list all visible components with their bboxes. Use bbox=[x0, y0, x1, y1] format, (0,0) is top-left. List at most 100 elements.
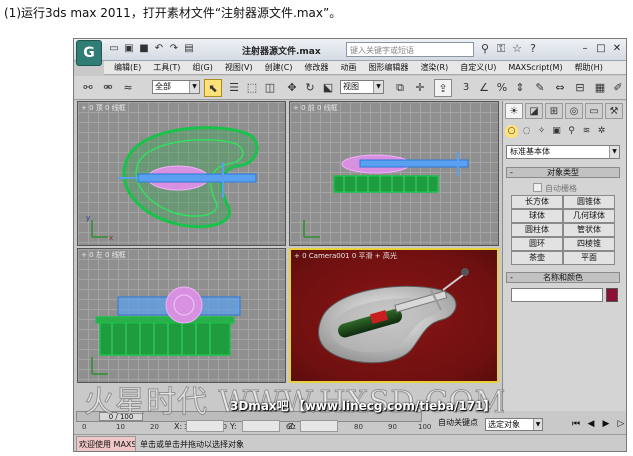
menu-animation[interactable]: 动画 bbox=[334, 61, 362, 74]
menu-views[interactable]: 视图(V) bbox=[219, 61, 259, 74]
menu-tools[interactable]: 工具(T) bbox=[147, 61, 186, 74]
systems-icon[interactable]: ✲ bbox=[595, 125, 608, 138]
percent-snap-icon[interactable]: % bbox=[494, 79, 510, 97]
reference-coord-dropdown[interactable]: 视图 ▼ bbox=[340, 80, 384, 94]
minimize-icon[interactable]: – bbox=[578, 42, 592, 56]
viewport-top[interactable]: + 0 顶 0 线框 y x bbox=[77, 101, 286, 246]
sphere-button[interactable]: 球体 bbox=[511, 209, 563, 223]
prev-frame-icon[interactable]: ◀ bbox=[585, 418, 597, 430]
y-coord-field[interactable] bbox=[242, 420, 280, 432]
go-to-start-icon[interactable]: ⏮ bbox=[570, 418, 582, 430]
region-select-icon[interactable]: ⬚ bbox=[244, 79, 260, 97]
project-icon[interactable]: ▤ bbox=[183, 43, 195, 55]
maxscript-listener[interactable]: 欢迎使用 MAXSc bbox=[76, 436, 136, 451]
cameras-icon[interactable]: ▣ bbox=[550, 125, 563, 138]
category-dropdown[interactable]: 标准基本体 ▼ bbox=[506, 145, 620, 159]
spinner-snap-icon[interactable]: ⇕ bbox=[512, 79, 528, 97]
geosphere-button[interactable]: 几何球体 bbox=[563, 209, 615, 223]
selection-filter-dropdown[interactable]: 全部 ▼ bbox=[152, 80, 200, 94]
pyramid-button[interactable]: 四棱锥 bbox=[563, 237, 615, 251]
menu-maxscript[interactable]: MAXScript(M) bbox=[502, 61, 568, 74]
link-icon[interactable]: ⚯ bbox=[80, 79, 96, 97]
pivot-icon[interactable]: ⧉ bbox=[392, 79, 408, 97]
star-icon[interactable]: ☆ bbox=[511, 42, 523, 56]
motion-tab-icon[interactable]: ◎ bbox=[565, 103, 583, 119]
viewport-camera[interactable]: + 0 Camera001 0 平滑 + 高光 bbox=[289, 248, 499, 383]
new-icon[interactable]: ▭ bbox=[108, 43, 120, 55]
select-object-icon[interactable]: ⬉ bbox=[204, 79, 222, 97]
key-icon[interactable]: ⚿ bbox=[495, 42, 507, 56]
viewport-left[interactable]: + 0 左 0 线框 bbox=[77, 248, 286, 383]
keyboard-shortcut-icon[interactable]: ⇪ bbox=[434, 79, 452, 97]
menu-rendering[interactable]: 渲染(R) bbox=[414, 61, 454, 74]
menu-edit[interactable]: 编辑(E) bbox=[108, 61, 147, 74]
align-icon[interactable]: ⊟ bbox=[572, 79, 588, 97]
bind-space-warp-icon[interactable]: ≈ bbox=[120, 79, 136, 97]
menu-graph-editors[interactable]: 图形编辑器 bbox=[362, 61, 414, 74]
geometry-icon[interactable]: ○ bbox=[505, 125, 518, 138]
torus-button[interactable]: 圆环 bbox=[511, 237, 563, 251]
object-name-input[interactable] bbox=[511, 288, 603, 302]
unlink-icon[interactable]: ⚮ bbox=[100, 79, 116, 97]
display-tab-icon[interactable]: ▭ bbox=[585, 103, 603, 119]
modify-tab-icon[interactable]: ◪ bbox=[525, 103, 543, 119]
scale-icon[interactable]: ⬕ bbox=[320, 79, 336, 97]
hierarchy-tab-icon[interactable]: ⊞ bbox=[545, 103, 563, 119]
rollout-title: 名称和颜色 bbox=[543, 273, 583, 282]
menu-help[interactable]: 帮助(H) bbox=[569, 61, 609, 74]
edit-named-selection-icon[interactable]: ✐ bbox=[610, 79, 626, 97]
lights-icon[interactable]: ✧ bbox=[535, 125, 548, 138]
window-crossing-icon[interactable]: ◫ bbox=[262, 79, 278, 97]
select-by-name-icon[interactable]: ☰ bbox=[226, 79, 242, 97]
z-coord-field[interactable] bbox=[300, 420, 338, 432]
chevron-down-icon: ▼ bbox=[533, 419, 542, 430]
plane-button[interactable]: 平面 bbox=[563, 251, 615, 265]
viewport-front[interactable]: + 0 前 0 线框 bbox=[289, 101, 499, 246]
object-type-rollout[interactable]: - 对象类型 bbox=[506, 167, 620, 178]
helpers-icon[interactable]: ⚲ bbox=[565, 125, 578, 138]
set-key-filter-dropdown[interactable]: 选定对象 ▼ bbox=[485, 418, 543, 431]
auto-key-button[interactable]: 自动关键点 bbox=[438, 417, 478, 428]
redo-icon[interactable]: ↷ bbox=[168, 43, 180, 55]
teapot-button[interactable]: 茶壶 bbox=[511, 251, 563, 265]
search-input[interactable]: 键入关键字或短语 bbox=[346, 42, 474, 57]
save-icon[interactable]: ■ bbox=[138, 43, 150, 55]
object-color-swatch[interactable] bbox=[606, 288, 618, 302]
next-frame-icon[interactable]: ▷ bbox=[615, 418, 626, 430]
x-label: X: bbox=[174, 422, 183, 431]
menu-customize[interactable]: 自定义(U) bbox=[454, 61, 502, 74]
shapes-icon[interactable]: ◌ bbox=[520, 125, 533, 138]
cylinder-button[interactable]: 圆柱体 bbox=[511, 223, 563, 237]
close-icon[interactable]: ✕ bbox=[610, 42, 624, 56]
open-icon[interactable]: ▣ bbox=[123, 43, 135, 55]
layer-icon[interactable]: ▦ bbox=[592, 79, 608, 97]
app-logo-button[interactable]: G bbox=[76, 40, 102, 66]
play-icon[interactable]: ▶ bbox=[600, 418, 612, 430]
help-icon[interactable]: ? bbox=[527, 42, 539, 56]
x-coord-field[interactable] bbox=[186, 420, 224, 432]
auto-grid-checkbox[interactable]: 自动栅格 bbox=[533, 183, 577, 194]
rotate-icon[interactable]: ↻ bbox=[302, 79, 318, 97]
collapse-icon: - bbox=[510, 168, 513, 177]
space-warps-icon[interactable]: ≋ bbox=[580, 125, 593, 138]
menu-group[interactable]: 组(G) bbox=[186, 61, 218, 74]
menu-create[interactable]: 创建(C) bbox=[259, 61, 299, 74]
track-bar[interactable]: 0 10 20 30 40 50 60 70 80 90 100 bbox=[76, 423, 498, 433]
angle-snap-icon[interactable]: ∠ bbox=[476, 79, 492, 97]
menu-modifiers[interactable]: 修改器 bbox=[298, 61, 334, 74]
snap-3-icon[interactable]: 3 bbox=[458, 79, 474, 97]
move-icon[interactable]: ✥ bbox=[284, 79, 300, 97]
select-manipulate-icon[interactable]: ✛ bbox=[412, 79, 428, 97]
maximize-icon[interactable]: □ bbox=[594, 42, 608, 56]
box-button[interactable]: 长方体 bbox=[511, 195, 563, 209]
utilities-tab-icon[interactable]: ⚒ bbox=[605, 103, 623, 119]
named-selection-icon[interactable]: ✎ bbox=[532, 79, 548, 97]
time-slider-thumb[interactable]: 0 / 100 bbox=[99, 412, 143, 421]
tube-button[interactable]: 管状体 bbox=[563, 223, 615, 237]
binoculars-icon[interactable]: ⚲ bbox=[479, 42, 491, 56]
cone-button[interactable]: 圆锥体 bbox=[563, 195, 615, 209]
create-tab-icon[interactable]: ☀ bbox=[505, 103, 523, 119]
name-color-rollout[interactable]: - 名称和颜色 bbox=[506, 272, 620, 283]
undo-icon[interactable]: ↶ bbox=[153, 43, 165, 55]
mirror-icon[interactable]: ⇔ bbox=[552, 79, 568, 97]
